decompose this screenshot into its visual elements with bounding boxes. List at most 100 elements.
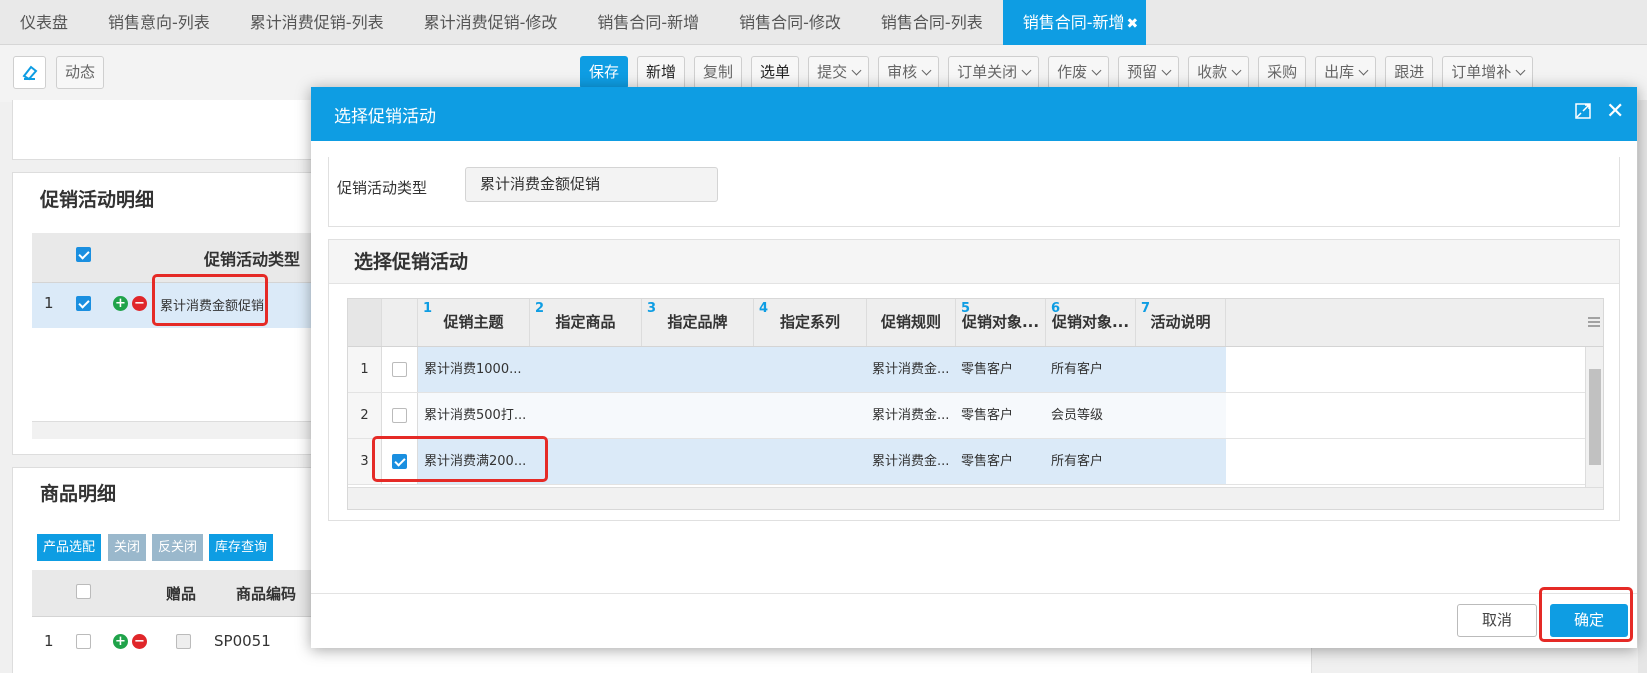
row-index: 2 <box>348 393 382 438</box>
dialog-footer-divider <box>311 593 1637 594</box>
col-product[interactable]: 2 指定商品 <box>530 299 642 346</box>
row-target-2: 所有客户 <box>1051 454 1104 469</box>
cancel-button[interactable]: 取消 <box>1457 604 1537 637</box>
dialog-header: 选择促销活动 ✕ <box>311 87 1637 141</box>
column-menu-icon[interactable] <box>1587 315 1601 329</box>
tab-cumulative-promo-list[interactable]: 累计消费促销-列表 <box>230 0 404 45</box>
receipt-label: 收款 <box>1197 63 1228 81</box>
goods-col-code: 商品编码 <box>236 585 297 603</box>
add-icon[interactable]: + <box>113 296 128 311</box>
audit-button[interactable]: 审核 <box>878 56 940 89</box>
copy-button[interactable]: 复制 <box>694 56 743 89</box>
goods-detail-title: 商品明细 <box>40 483 117 505</box>
tab-bar: 仪表盘 销售意向-列表 累计消费促销-列表 累计消费促销-修改 销售合同-新增 … <box>0 0 1647 45</box>
void-button[interactable]: 作废 <box>1048 56 1110 89</box>
row-checkbox[interactable] <box>392 362 407 377</box>
table-row[interactable]: 1 累计消费1000... 累计消费金... 零售客户 所有客户 <box>348 347 1603 393</box>
follow-up-button[interactable]: 跟进 <box>1385 56 1434 89</box>
col-num: 4 <box>759 301 769 316</box>
col-num: 1 <box>423 301 433 316</box>
purchase-button[interactable]: 采购 <box>1258 56 1307 89</box>
stock-query-button[interactable]: 库存查询 <box>209 534 274 561</box>
row-checkbox[interactable] <box>392 408 407 423</box>
col-target-1[interactable]: 5 促销对象... <box>956 299 1046 346</box>
filter-panel: 促销活动类型 累计消费金额促销 <box>328 157 1620 227</box>
col-target-2[interactable]: 6 促销对象... <box>1046 299 1136 346</box>
highlight-box <box>372 436 548 482</box>
row-checkbox-cell[interactable] <box>382 347 418 392</box>
goods-row-checkbox[interactable] <box>76 634 91 649</box>
highlight-box <box>152 274 268 326</box>
promo-hscroll[interactable] <box>32 421 322 439</box>
reopen-button[interactable]: 反关闭 <box>152 534 204 561</box>
highlight-box <box>1539 587 1633 642</box>
row-checkbox-cell[interactable] <box>382 393 418 438</box>
horizontal-scrollbar[interactable] <box>348 487 1603 509</box>
col-description[interactable]: 7 活动说明 <box>1136 299 1226 346</box>
tab-sales-contract-new-active[interactable]: 销售合同-新增 ✖ <box>1002 0 1147 45</box>
tab-dashboard[interactable]: 仪表盘 <box>0 0 88 45</box>
row-target-1: 零售客户 <box>961 408 1014 423</box>
eraser-icon[interactable] <box>13 56 46 89</box>
remove-icon[interactable]: − <box>132 634 147 649</box>
goods-select-all-checkbox[interactable] <box>76 584 91 599</box>
chevron-down-icon <box>1231 65 1242 76</box>
promo-type-label: 促销活动类型 <box>337 179 428 197</box>
row-rule: 累计消费金... <box>872 454 950 469</box>
col-index <box>348 299 382 346</box>
order-close-label: 订单关闭 <box>957 63 1018 81</box>
page-scrollbar[interactable] <box>1638 100 1647 673</box>
submit-button[interactable]: 提交 <box>808 56 870 89</box>
grid-header: 1 促销主题 2 指定商品 3 指定品牌 4 指定系列 促销规则 5 促销对象... 6促… <box>348 299 1603 347</box>
col-num: 2 <box>535 301 545 316</box>
remove-icon[interactable]: − <box>132 296 147 311</box>
reserve-button[interactable]: 预留 <box>1118 56 1180 89</box>
close-button[interactable]: 关闭 <box>108 534 147 561</box>
promo-select-all-checkbox[interactable] <box>76 247 91 262</box>
scroll-thumb[interactable] <box>1589 369 1601 465</box>
chevron-down-icon <box>1515 65 1526 76</box>
select-order-button[interactable]: 选单 <box>751 56 800 89</box>
row-theme: 累计消费1000... <box>424 362 522 377</box>
receipt-button[interactable]: 收款 <box>1188 56 1250 89</box>
col-rule[interactable]: 促销规则 <box>867 299 956 346</box>
tab-sales-contract-edit[interactable]: 销售合同-修改 <box>719 0 861 45</box>
promo-type-field[interactable]: 累计消费金额促销 <box>465 167 718 202</box>
col-label: 活动说明 <box>1150 313 1211 331</box>
table-row[interactable]: 2 累计消费500打... 累计消费金... 零售客户 会员等级 <box>348 393 1603 439</box>
col-checkbox <box>382 299 418 346</box>
outbound-button[interactable]: 出库 <box>1315 56 1377 89</box>
vertical-scrollbar[interactable] <box>1585 347 1603 487</box>
tab-sales-contract-list[interactable]: 销售合同-列表 <box>861 0 1003 45</box>
close-icon[interactable]: ✖ <box>1126 16 1138 32</box>
chevron-down-icon <box>1091 65 1102 76</box>
tab-label: 销售合同-新增 <box>1022 13 1125 32</box>
tab-sales-intent-list[interactable]: 销售意向-列表 <box>88 0 230 45</box>
save-button[interactable]: 保存 <box>580 56 629 89</box>
new-button[interactable]: 新增 <box>637 56 686 89</box>
add-icon[interactable]: + <box>113 634 128 649</box>
product-config-button[interactable]: 产品选配 <box>37 534 102 561</box>
close-icon[interactable]: ✕ <box>1606 99 1624 124</box>
reserve-label: 预留 <box>1127 63 1158 81</box>
col-series[interactable]: 4 指定系列 <box>754 299 867 346</box>
maximize-icon[interactable] <box>1574 101 1592 125</box>
promo-col-type: 促销活动类型 <box>204 250 301 269</box>
tab-sales-contract-new[interactable]: 销售合同-新增 <box>577 0 719 45</box>
row-theme: 累计消费500打... <box>424 408 527 423</box>
promo-row-checkbox[interactable] <box>76 296 91 311</box>
order-close-button[interactable]: 订单关闭 <box>948 56 1040 89</box>
row-target-2: 所有客户 <box>1051 362 1104 377</box>
dialog-title: 选择促销活动 <box>334 107 436 127</box>
gift-checkbox[interactable] <box>176 634 191 649</box>
row-index: 1 <box>348 347 382 392</box>
order-supplement-button[interactable]: 订单增补 <box>1442 56 1534 89</box>
dynamic-button[interactable]: 动态 <box>56 56 105 89</box>
goods-col-gift: 赠品 <box>166 585 197 603</box>
chevron-down-icon <box>1021 65 1032 76</box>
col-brand[interactable]: 3 指定品牌 <box>642 299 754 346</box>
col-label: 促销主题 <box>443 313 504 331</box>
col-theme[interactable]: 1 促销主题 <box>418 299 530 346</box>
tab-cumulative-promo-edit[interactable]: 累计消费促销-修改 <box>404 0 578 45</box>
col-label: 促销规则 <box>880 313 941 331</box>
